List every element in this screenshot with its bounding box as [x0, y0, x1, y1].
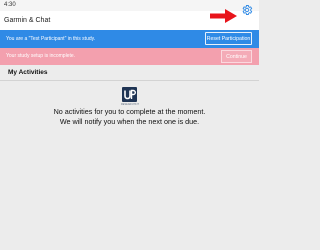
status-time: 4:30 — [4, 2, 16, 8]
setup-banner: Your study setup is incomplete. Continue — [0, 48, 259, 65]
logo-caption: RESEARCHKIT — [120, 103, 140, 106]
empty-state-line-2: We will notify you when the next one is … — [59, 116, 200, 126]
reset-participation-button[interactable]: Reset Participation — [205, 32, 252, 45]
red-arrow-annotation — [210, 9, 237, 23]
app-title: Garmin & Chat — [4, 17, 51, 24]
participant-banner: You are a "Test Participant" in this stu… — [0, 30, 259, 48]
section-title: My Activities — [8, 69, 48, 76]
continue-button[interactable]: Continue — [221, 50, 252, 63]
section-divider — [0, 80, 259, 81]
setup-banner-message: Your study setup is incomplete. — [6, 53, 76, 59]
study-logo-icon — [122, 87, 137, 102]
empty-state-message: No activities for you to complete at the… — [20, 107, 239, 126]
participant-banner-message: You are a "Test Participant" in this stu… — [6, 36, 96, 42]
empty-state-line-1: No activities for you to complete at the… — [53, 107, 206, 116]
gear-icon[interactable] — [241, 4, 253, 16]
